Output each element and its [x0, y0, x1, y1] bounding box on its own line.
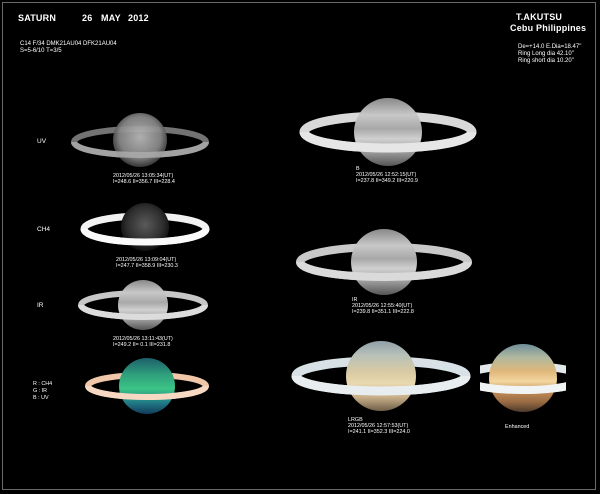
date-month: MAY	[101, 13, 121, 23]
ir-left-cm: I=249.2 II= 0.1 III=231.8	[113, 342, 171, 348]
saturn-lrgb-image	[291, 341, 471, 411]
observer-name: T.AKUTSU	[516, 12, 563, 22]
observer-location: Cebu Philippines	[510, 23, 587, 33]
composite-b: B : UV	[33, 395, 49, 401]
saturn-enhanced-image	[480, 344, 566, 412]
saturn-ch4-image	[80, 203, 210, 251]
saturn-composite-image	[85, 358, 209, 414]
ephemeris-line-2: Ring Long dia 42.10"	[518, 51, 574, 57]
date-day: 26	[82, 13, 93, 23]
lrgb-cm: I=241.1 II=352.3 III=224.0	[348, 429, 410, 435]
ephemeris-line-3: Ring short dia 10.20"	[518, 58, 574, 64]
date-year: 2012	[128, 13, 149, 23]
saturn-uv-image	[71, 113, 209, 167]
ir-right-cm: I=239.8 II=351.1 III=222.8	[352, 309, 414, 315]
equipment-line-1: C14 F/34 DMK21AU04 DFK21AU04	[20, 41, 117, 47]
saturn-ir-left-image	[78, 280, 208, 330]
saturn-ir-right-image	[296, 229, 472, 295]
uv-label: UV	[37, 138, 47, 145]
ephemeris-line-1: De=+14.0 E.Dia=18.47"	[518, 44, 582, 50]
composite-r: R : CH4	[33, 381, 53, 387]
saturn-b-image	[299, 98, 477, 166]
equipment-line-2: S=5-6/10 T=3/5	[20, 48, 62, 54]
uv-cm: I=248.6 II=356.7 III=228.4	[113, 179, 175, 185]
ch4-cm: I=247.7 II=358.9 III=230.3	[116, 263, 178, 269]
object-title: SATURN	[18, 13, 57, 23]
b-cm: I=237.8 II=349.2 III=220.9	[356, 178, 418, 184]
ir-left-label: IR	[37, 302, 44, 309]
ch4-label: CH4	[37, 226, 51, 233]
composite-g: G : IR	[33, 388, 48, 394]
enhanced-label: Enhanced	[505, 424, 530, 430]
